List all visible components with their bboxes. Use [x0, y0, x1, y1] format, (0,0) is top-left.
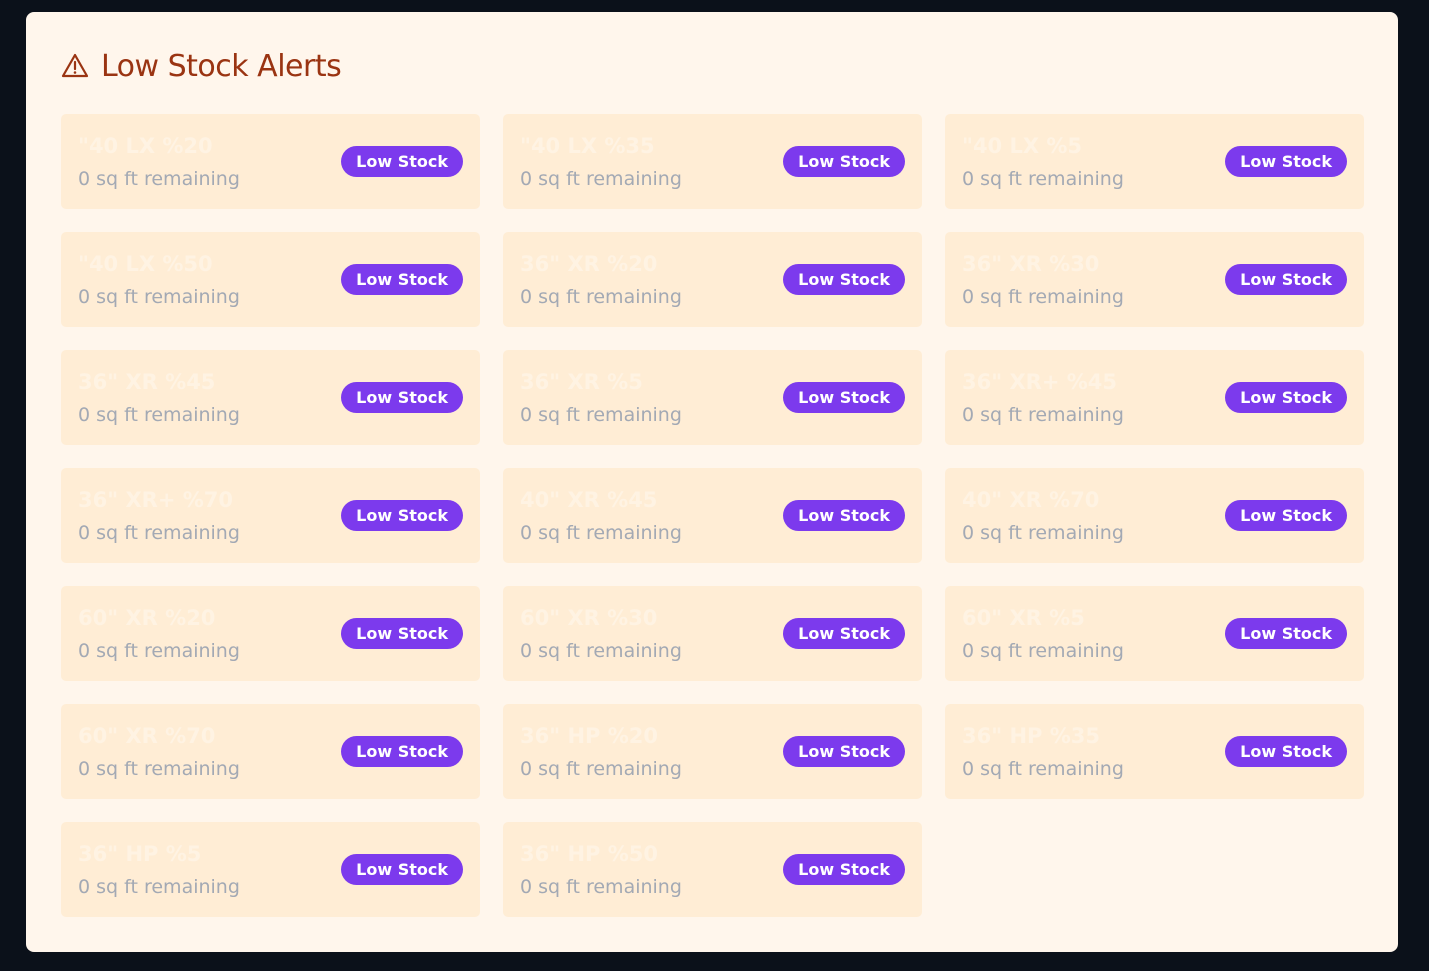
alert-item-name: 36" XR %5 — [520, 370, 643, 394]
alert-item-name: 60" XR %30 — [520, 606, 658, 630]
alert-card[interactable]: 60" XR %5 0 sq ft remaining Low Stock — [945, 586, 1364, 681]
alert-remaining-text: 0 sq ft remaining — [962, 758, 1124, 780]
alert-item-name: 36" HP %35 — [962, 724, 1101, 748]
alert-card[interactable]: 36" HP %5 0 sq ft remaining Low Stock — [61, 822, 480, 917]
alert-remaining-text: 0 sq ft remaining — [962, 404, 1124, 426]
low-stock-badge: Low Stock — [341, 382, 463, 413]
low-stock-badge: Low Stock — [783, 854, 905, 885]
alert-card[interactable]: 60" XR %30 0 sq ft remaining Low Stock — [503, 586, 922, 681]
low-stock-badge: Low Stock — [1225, 146, 1347, 177]
low-stock-badge: Low Stock — [1225, 382, 1347, 413]
alert-item-name: 36" HP %20 — [520, 724, 659, 748]
alert-item-name: 60" XR %20 — [78, 606, 216, 630]
low-stock-badge: Low Stock — [783, 618, 905, 649]
alert-card[interactable]: 60" XR %20 0 sq ft remaining Low Stock — [61, 586, 480, 681]
alert-remaining-text: 0 sq ft remaining — [962, 168, 1124, 190]
low-stock-badge: Low Stock — [783, 146, 905, 177]
low-stock-badge: Low Stock — [783, 382, 905, 413]
alert-remaining-text: 0 sq ft remaining — [78, 286, 240, 308]
alert-card[interactable]: "40 LX %50 0 sq ft remaining Low Stock — [61, 232, 480, 327]
low-stock-badge: Low Stock — [341, 618, 463, 649]
alert-remaining-text: 0 sq ft remaining — [520, 522, 682, 544]
warning-triangle-icon — [61, 52, 89, 80]
alert-remaining-text: 0 sq ft remaining — [520, 286, 682, 308]
alert-grid: "40 LX %20 0 sq ft remaining Low Stock "40 … — [61, 114, 1364, 917]
alert-item-name: 36" XR %45 — [78, 370, 216, 394]
alert-item-name: 36" HP %50 — [520, 842, 659, 866]
alert-card[interactable]: "40 LX %20 0 sq ft remaining Low Stock — [61, 114, 480, 209]
alert-remaining-text: 0 sq ft remaining — [962, 286, 1124, 308]
alert-card[interactable]: 36" HP %20 0 sq ft remaining Low Stock — [503, 704, 922, 799]
alert-remaining-text: 0 sq ft remaining — [962, 522, 1124, 544]
alert-remaining-text: 0 sq ft remaining — [520, 404, 682, 426]
low-stock-badge: Low Stock — [1225, 264, 1347, 295]
low-stock-badge: Low Stock — [1225, 736, 1347, 767]
alert-item-name: "40 LX %5 — [962, 134, 1083, 158]
alert-item-name: 60" XR %70 — [78, 724, 216, 748]
alert-remaining-text: 0 sq ft remaining — [78, 640, 240, 662]
alert-item-name: 40" XR %45 — [520, 488, 658, 512]
alert-remaining-text: 0 sq ft remaining — [78, 168, 240, 190]
alert-item-name: 40" XR %70 — [962, 488, 1100, 512]
low-stock-badge: Low Stock — [341, 736, 463, 767]
alert-remaining-text: 0 sq ft remaining — [78, 758, 240, 780]
low-stock-badge: Low Stock — [1225, 500, 1347, 531]
alert-item-name: "40 LX %20 — [78, 134, 213, 158]
low-stock-badge: Low Stock — [341, 500, 463, 531]
alert-item-name: 36" XR %30 — [962, 252, 1100, 276]
alert-card[interactable]: "40 LX %35 0 sq ft remaining Low Stock — [503, 114, 922, 209]
alert-item-name: "40 LX %35 — [520, 134, 655, 158]
alert-card[interactable]: 40" XR %70 0 sq ft remaining Low Stock — [945, 468, 1364, 563]
alert-card[interactable]: 36" HP %35 0 sq ft remaining Low Stock — [945, 704, 1364, 799]
low-stock-badge: Low Stock — [783, 500, 905, 531]
alert-item-name: 36" HP %5 — [78, 842, 202, 866]
low-stock-badge: Low Stock — [783, 736, 905, 767]
alert-item-name: 36" XR+ %45 — [962, 370, 1118, 394]
alert-card[interactable]: 60" XR %70 0 sq ft remaining Low Stock — [61, 704, 480, 799]
alert-card[interactable]: 36" XR %30 0 sq ft remaining Low Stock — [945, 232, 1364, 327]
alert-item-name: 36" XR %20 — [520, 252, 658, 276]
alert-remaining-text: 0 sq ft remaining — [520, 640, 682, 662]
alert-remaining-text: 0 sq ft remaining — [520, 758, 682, 780]
alert-card[interactable]: "40 LX %5 0 sq ft remaining Low Stock — [945, 114, 1364, 209]
alert-remaining-text: 0 sq ft remaining — [520, 168, 682, 190]
low-stock-badge: Low Stock — [1225, 618, 1347, 649]
alert-item-name: "40 LX %50 — [78, 252, 213, 276]
panel-title: Low Stock Alerts — [101, 48, 342, 84]
alert-card[interactable]: 40" XR %45 0 sq ft remaining Low Stock — [503, 468, 922, 563]
alert-card[interactable]: 36" XR %45 0 sq ft remaining Low Stock — [61, 350, 480, 445]
alert-remaining-text: 0 sq ft remaining — [78, 522, 240, 544]
alert-remaining-text: 0 sq ft remaining — [520, 876, 682, 898]
low-stock-badge: Low Stock — [341, 854, 463, 885]
alert-item-name: 36" XR+ %70 — [78, 488, 234, 512]
alert-card[interactable]: 36" XR %20 0 sq ft remaining Low Stock — [503, 232, 922, 327]
alert-card[interactable]: 36" XR+ %70 0 sq ft remaining Low Stock — [61, 468, 480, 563]
low-stock-badge: Low Stock — [341, 264, 463, 295]
alert-item-name: 60" XR %5 — [962, 606, 1085, 630]
alert-remaining-text: 0 sq ft remaining — [962, 640, 1124, 662]
low-stock-badge: Low Stock — [783, 264, 905, 295]
low-stock-panel: Low Stock Alerts "40 LX %20 0 sq ft remai… — [26, 12, 1398, 952]
alert-card[interactable]: 36" XR+ %45 0 sq ft remaining Low Stock — [945, 350, 1364, 445]
alert-card[interactable]: 36" XR %5 0 sq ft remaining Low Stock — [503, 350, 922, 445]
panel-header: Low Stock Alerts — [61, 48, 342, 84]
low-stock-badge: Low Stock — [341, 146, 463, 177]
alert-remaining-text: 0 sq ft remaining — [78, 876, 240, 898]
alert-card[interactable]: 36" HP %50 0 sq ft remaining Low Stock — [503, 822, 922, 917]
alert-remaining-text: 0 sq ft remaining — [78, 404, 240, 426]
